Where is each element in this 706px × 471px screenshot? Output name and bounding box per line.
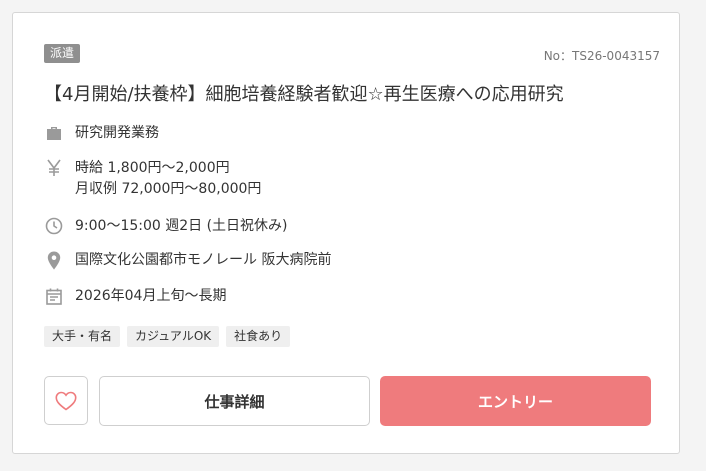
map-pin-icon (44, 250, 64, 270)
category-row: 研究開発業務 (44, 123, 159, 144)
hours-row: 9:00〜15:00 週2日 (土日祝休み) (44, 216, 288, 237)
clock-icon (44, 216, 64, 236)
work-location: 国際文化公園都市モノレール 阪大病院前 (75, 252, 332, 268)
job-card: 派遣 No：TS26-0043157 【4月開始/扶養枠】細胞培養経験者歓迎☆再… (12, 12, 680, 454)
entry-button[interactable]: エントリー (380, 376, 651, 426)
tag-item: カジュアルOK (127, 326, 220, 347)
tag-item: 大手・有名 (44, 326, 121, 347)
wage-row: 時給 1,800円〜2,000円 月収例 72,000円〜80,000円 (44, 158, 261, 200)
yen-icon (44, 158, 64, 178)
hourly-wage: 時給 1,800円〜2,000円 (75, 160, 230, 176)
job-category: 研究開発業務 (75, 125, 159, 141)
favorite-button[interactable] (44, 376, 88, 425)
job-number: No：TS26-0043157 (543, 49, 660, 63)
employment-period: 2026年04月上旬〜長期 (75, 288, 227, 304)
job-detail-button[interactable]: 仕事詳細 (99, 376, 370, 426)
job-title[interactable]: 【4月開始/扶養枠】細胞培養経験者歓迎☆再生医療への応用研究 (44, 80, 564, 106)
wage-info: 時給 1,800円〜2,000円 月収例 72,000円〜80,000円 (75, 158, 261, 200)
feature-tags: 大手・有名 カジュアルOK 社食あり (44, 326, 291, 347)
monthly-wage-example: 月収例 72,000円〜80,000円 (75, 181, 262, 197)
tag-item: 社食あり (226, 326, 291, 347)
heart-icon (55, 391, 77, 410)
location-row: 国際文化公園都市モノレール 阪大病院前 (44, 250, 331, 271)
period-row: 2026年04月上旬〜長期 (44, 286, 226, 307)
briefcase-icon (44, 123, 64, 143)
calendar-icon (44, 286, 64, 306)
work-hours: 9:00〜15:00 週2日 (土日祝休み) (75, 218, 288, 234)
employment-type-badge: 派遣 (44, 44, 81, 63)
